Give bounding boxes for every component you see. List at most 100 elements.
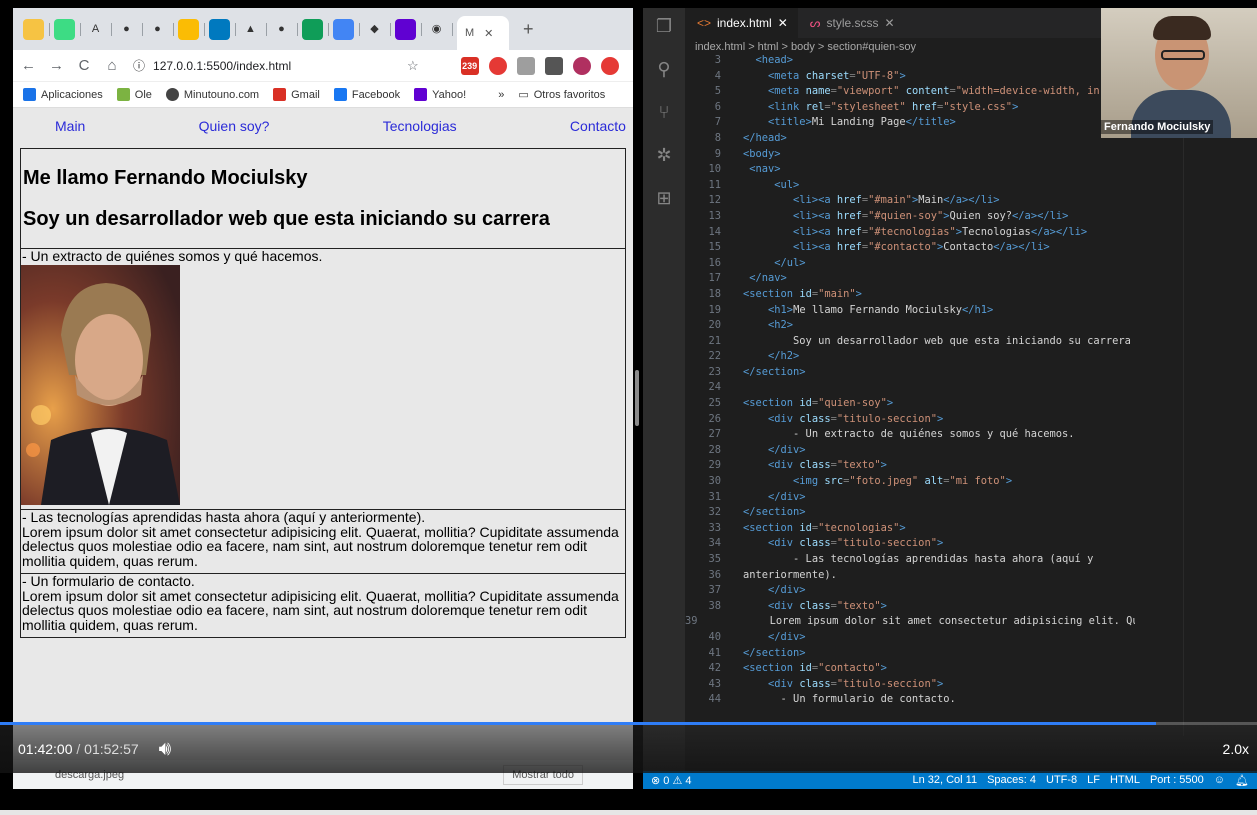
code-line[interactable]: 24: [685, 381, 1135, 397]
bookmark-yahoo[interactable]: Yahoo!: [414, 88, 466, 101]
playback-speed-button[interactable]: 2.0x: [1223, 741, 1249, 757]
reload-icon[interactable]: C: [77, 57, 91, 74]
code-line[interactable]: 26 <div class="titulo-seccion">: [685, 413, 1135, 429]
update-icon[interactable]: [600, 56, 619, 75]
line-ending[interactable]: LF: [1087, 774, 1100, 787]
code-line[interactable]: 25 <section id="quien-soy">: [685, 397, 1135, 413]
code-line[interactable]: 41 </section>: [685, 647, 1135, 663]
more-bookmarks-icon[interactable]: »: [498, 89, 504, 101]
address-bar[interactable]: ⓘ 127.0.0.1:5500/index.html: [133, 57, 393, 74]
forward-icon[interactable]: →: [49, 57, 64, 74]
code-line[interactable]: 12 <li><a href="#main">Main</a></li>: [685, 194, 1135, 210]
code-line[interactable]: 15 <li><a href="#contacto">Contacto</a><…: [685, 241, 1135, 257]
active-tab[interactable]: M ✕: [457, 16, 509, 50]
minimap[interactable]: [1183, 56, 1257, 736]
volume-icon[interactable]: 🔊︎: [159, 738, 172, 761]
cursor-position[interactable]: Ln 32, Col 11: [912, 774, 977, 787]
code-line[interactable]: 7 <title>Mi Landing Page</title>: [685, 116, 1135, 132]
code-line[interactable]: 37 </div>: [685, 584, 1135, 600]
encoding[interactable]: UTF-8: [1046, 774, 1077, 787]
mail-icon[interactable]: [395, 18, 422, 40]
avatar[interactable]: [572, 56, 591, 75]
code-line[interactable]: 33 <section id="tecnologias">: [685, 522, 1135, 538]
nav-link-quien-soy[interactable]: Quien soy?: [199, 118, 270, 134]
code-line[interactable]: 28 </div>: [685, 444, 1135, 460]
tab-index-html[interactable]: <> index.html ✕: [685, 8, 798, 38]
explorer-icon[interactable]: ❐: [656, 16, 672, 37]
close-icon[interactable]: ✕: [778, 16, 788, 38]
home-icon[interactable]: ⌂: [105, 57, 119, 74]
android-icon[interactable]: [54, 18, 81, 40]
code-line[interactable]: 11 <ul>: [685, 179, 1135, 195]
source-control-icon[interactable]: ⑂: [659, 102, 670, 123]
bookmark-ole[interactable]: Ole: [116, 88, 152, 101]
code-line[interactable]: 21 Soy un desarrollador web que esta ini…: [685, 335, 1135, 351]
code-line[interactable]: 43 <div class="titulo-seccion">: [685, 678, 1135, 694]
code-line[interactable]: 32 </section>: [685, 506, 1135, 522]
live-server-port[interactable]: Port : 5500: [1150, 774, 1204, 787]
github-icon[interactable]: ●: [147, 19, 174, 40]
star-icon[interactable]: ☆: [407, 58, 419, 74]
code-line[interactable]: 34 <div class="titulo-seccion">: [685, 537, 1135, 553]
code-line[interactable]: 8 </head>: [685, 132, 1135, 148]
trello-icon[interactable]: [209, 18, 236, 40]
bookmark-facebook[interactable]: Facebook: [333, 88, 400, 101]
opera-icon[interactable]: [488, 56, 507, 75]
code-line[interactable]: 6 <link rel="stylesheet" href="style.css…: [685, 101, 1135, 117]
sheets-icon[interactable]: [302, 18, 329, 40]
debug-icon[interactable]: ✲: [656, 145, 671, 166]
code-line[interactable]: 5 <meta name="viewport" content="width=d…: [685, 85, 1135, 101]
code-line[interactable]: 13 <li><a href="#quien-soy">Quien soy?</…: [685, 210, 1135, 226]
code-line[interactable]: 42 <section id="contacto">: [685, 662, 1135, 678]
chrome-icon[interactable]: [23, 18, 50, 40]
code-line[interactable]: 29 <div class="texto">: [685, 459, 1135, 475]
extension-icon[interactable]: [544, 56, 563, 75]
code-line[interactable]: 9 <body>: [685, 148, 1135, 164]
github-icon[interactable]: ●: [271, 19, 298, 40]
drive-icon[interactable]: [178, 18, 205, 40]
tab-style-scss[interactable]: ᔕ style.scss ✕: [798, 8, 905, 38]
code-line[interactable]: 30 <img src="foto.jpeg" alt="mi foto">: [685, 475, 1135, 491]
app-icon[interactable]: [333, 18, 360, 40]
code-line[interactable]: 14 <li><a href="#tecnologias">Tecnologia…: [685, 226, 1135, 242]
extensions-icon[interactable]: ⊞: [656, 188, 671, 209]
code-line[interactable]: 31 </div>: [685, 491, 1135, 507]
bookmark-other[interactable]: ▭ Otros favoritos: [518, 88, 605, 102]
code-line[interactable]: 19 <h1>Me llamo Fernando Mociulsky</h1>: [685, 304, 1135, 320]
nav-link-main[interactable]: Main: [55, 118, 85, 134]
close-icon[interactable]: ✕: [484, 27, 493, 40]
code-line[interactable]: 18 <section id="main">: [685, 288, 1135, 304]
nav-link-tecnologias[interactable]: Tecnologias: [383, 118, 457, 134]
code-line[interactable]: 3 <head>: [685, 54, 1135, 70]
feedback-icon[interactable]: ☺: [1214, 774, 1225, 787]
code-line[interactable]: 4 <meta charset="UTF-8">: [685, 70, 1135, 86]
code-line[interactable]: 44 - Un formulario de contacto.: [685, 693, 1135, 709]
code-line[interactable]: 23 </section>: [685, 366, 1135, 382]
nav-link-contacto[interactable]: Contacto: [570, 118, 626, 134]
github-icon[interactable]: ●: [116, 19, 143, 40]
close-icon[interactable]: ✕: [885, 16, 895, 38]
code-line[interactable]: 10 <nav>: [685, 163, 1135, 179]
code-line[interactable]: 39 Lorem ipsum dolor sit amet consectetu…: [685, 615, 1135, 631]
code-line[interactable]: 17 </nav>: [685, 272, 1135, 288]
bookmark-apps[interactable]: Aplicaciones: [23, 88, 103, 101]
code-line[interactable]: 36 anteriormente).: [685, 569, 1135, 585]
gmail-badge[interactable]: 239: [460, 56, 479, 75]
app-icon[interactable]: ◆: [364, 19, 391, 40]
new-tab-button[interactable]: +: [523, 19, 534, 40]
bookmark-minutouno[interactable]: Minutouno.com: [165, 88, 259, 101]
back-icon[interactable]: ←: [21, 57, 36, 74]
info-icon[interactable]: ⓘ: [133, 57, 145, 74]
app-icon[interactable]: ◉: [426, 19, 453, 40]
code-line[interactable]: 35 - Las tecnologías aprendidas hasta ah…: [685, 553, 1135, 569]
code-line[interactable]: 38 <div class="texto">: [685, 600, 1135, 616]
bookmark-gmail[interactable]: Gmail: [273, 88, 320, 101]
code-line[interactable]: 22 </h2>: [685, 350, 1135, 366]
language-mode[interactable]: HTML: [1110, 774, 1140, 787]
code-line[interactable]: 27 - Un extracto de quiénes somos y qué …: [685, 428, 1135, 444]
app-icon[interactable]: ▲: [240, 19, 267, 40]
window-divider[interactable]: [635, 370, 639, 426]
code-line[interactable]: 16 </ul>: [685, 257, 1135, 273]
indent-setting[interactable]: Spaces: 4: [987, 774, 1036, 787]
problems-indicator[interactable]: ⊗ 0 ⚠ 4: [651, 774, 691, 787]
